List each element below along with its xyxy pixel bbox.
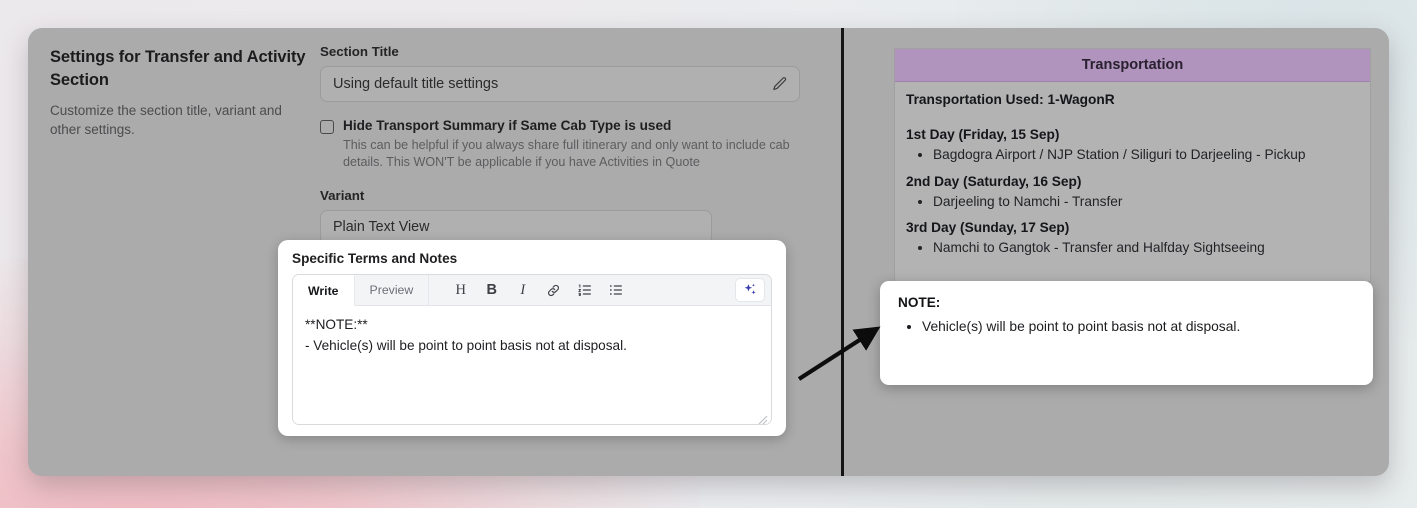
tab-write[interactable]: Write	[293, 275, 355, 306]
variant-field-group: Variant Plain Text View	[320, 188, 800, 244]
terms-textarea[interactable]: **NOTE:** - Vehicle(s) will be point to …	[293, 306, 771, 424]
note-callout-list: Vehicle(s) will be point to point basis …	[922, 317, 1355, 338]
note-callout-item: Vehicle(s) will be point to point basis …	[922, 317, 1355, 338]
section-title-input[interactable]: Using default title settings	[320, 66, 800, 102]
hide-transport-summary-row[interactable]: Hide Transport Summary if Same Cab Type …	[320, 118, 800, 172]
note-callout-title: NOTE:	[898, 295, 941, 310]
variant-label: Variant	[320, 187, 365, 203]
day-item: Darjeeling to Namchi - Transfer	[933, 191, 1359, 214]
page-subtitle: Customize the section title, variant and…	[50, 102, 282, 138]
day-item: Bagdogra Airport / NJP Station / Siligur…	[933, 144, 1359, 167]
ordered-list-icon[interactable]	[569, 275, 600, 306]
day-item: Namchi to Gangtok - Transfer and Halfday…	[933, 237, 1359, 260]
screenshot-stage: Settings for Transfer and Activity Secti…	[0, 0, 1417, 508]
transportation-used: Transportation Used: 1-WagonR	[906, 92, 1115, 107]
transportation-preview-panel: Transportation Transportation Used: 1-Wa…	[894, 48, 1371, 282]
markdown-editor: Write Preview H B I **NOTE:** - Vehicle(…	[292, 274, 772, 425]
italic-icon[interactable]: I	[507, 275, 538, 306]
editor-toolbar: Write Preview H B I	[293, 275, 771, 306]
section-title-label: Section Title	[320, 44, 399, 59]
variant-select[interactable]: Plain Text View	[320, 209, 712, 244]
pencil-icon[interactable]	[769, 74, 789, 94]
hide-transport-summary-checkbox[interactable]	[320, 120, 334, 134]
variant-value: Plain Text View	[333, 218, 430, 235]
transportation-body: Transportation Used: 1-WagonR 1st Day (F…	[895, 82, 1370, 281]
specific-terms-title: Specific Terms and Notes	[292, 251, 458, 266]
day-items: Namchi to Gangtok - Transfer and Halfday…	[933, 237, 1359, 260]
panel-divider	[841, 28, 844, 476]
settings-form: Section Title Using default title settin…	[320, 44, 800, 244]
specific-terms-card: Specific Terms and Notes Write Preview H…	[278, 240, 786, 436]
hide-transport-summary-label: Hide Transport Summary if Same Cab Type …	[343, 118, 672, 133]
note-callout-card: NOTE: Vehicle(s) will be point to point …	[880, 281, 1373, 385]
unordered-list-icon[interactable]	[600, 275, 631, 306]
page-title: Settings for Transfer and Activity Secti…	[50, 48, 306, 89]
day-list-container: 1st Day (Friday, 15 Sep) Bagdogra Airport…	[906, 127, 1359, 260]
section-title-field-group: Section Title Using default title settin…	[320, 44, 800, 102]
bold-icon[interactable]: B	[476, 275, 507, 306]
link-icon[interactable]	[538, 275, 569, 306]
day-heading: 1st Day (Friday, 15 Sep)	[906, 127, 1060, 142]
day-heading: 3rd Day (Sunday, 17 Sep)	[906, 220, 1070, 236]
settings-description: Settings for Transfer and Activity Secti…	[50, 46, 308, 140]
day-items: Darjeeling to Namchi - Transfer	[933, 191, 1359, 214]
heading-icon[interactable]: H	[445, 275, 476, 306]
transportation-header: Transportation	[895, 49, 1370, 82]
section-title-value: Using default title settings	[333, 76, 499, 92]
tab-preview[interactable]: Preview	[355, 275, 430, 305]
hide-transport-summary-help: This can be helpful if you always share …	[343, 138, 790, 170]
sparkle-ai-icon[interactable]	[735, 278, 765, 302]
day-items: Bagdogra Airport / NJP Station / Siligur…	[933, 144, 1359, 167]
textarea-resize-handle[interactable]	[758, 411, 768, 424]
day-heading: 2nd Day (Saturday, 16 Sep)	[906, 173, 1082, 189]
